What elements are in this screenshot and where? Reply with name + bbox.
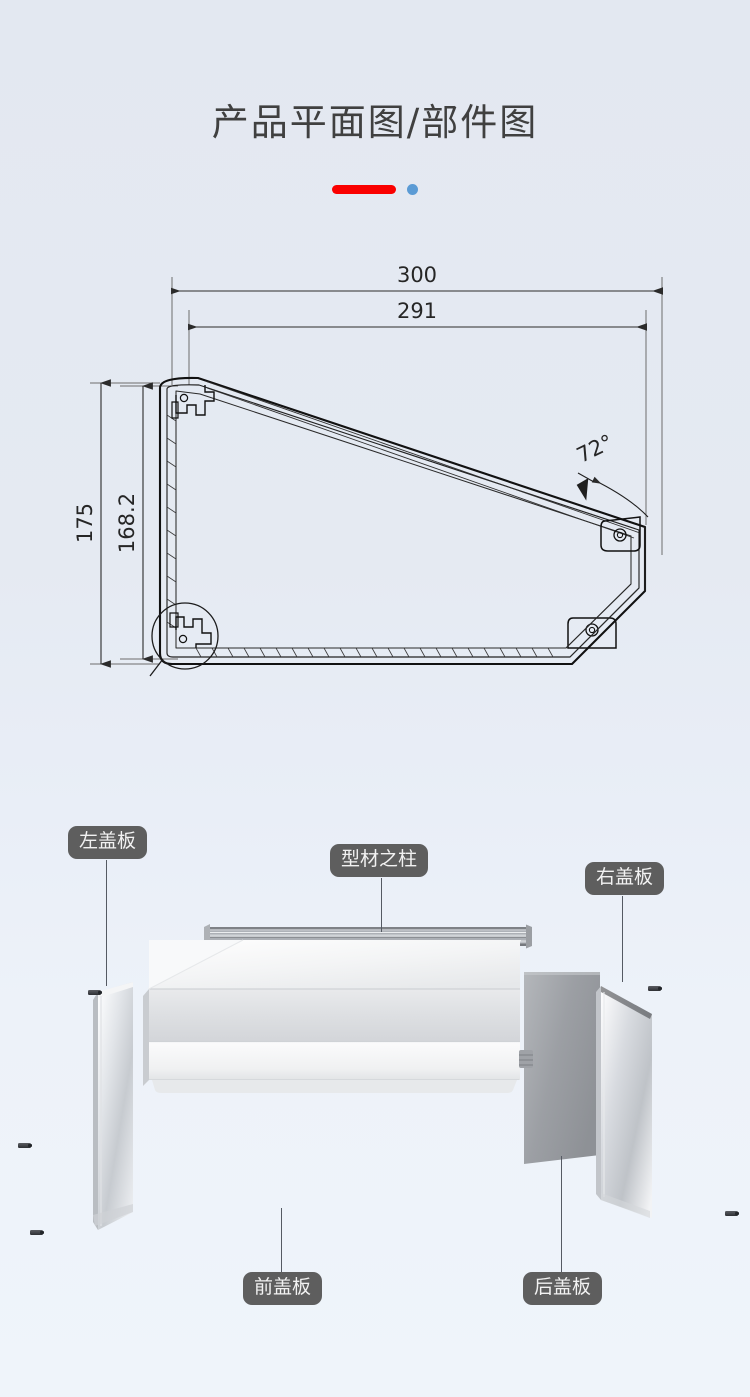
technical-drawing: 300 291 175 168.2 72° bbox=[0, 255, 750, 725]
part-rear-cover bbox=[524, 972, 600, 1164]
mounting-tab-upper-right bbox=[600, 516, 641, 552]
callout-rear-cover[interactable]: 后盖板 bbox=[523, 1272, 603, 1305]
profile-chamfer-lines bbox=[565, 527, 646, 658]
dimension-value-168-2: 168.2 bbox=[115, 493, 139, 553]
part-left-cover bbox=[93, 982, 133, 1230]
dimension-width-outer: 300 bbox=[171, 263, 664, 295]
leader-line-rear-cover bbox=[561, 1156, 563, 1272]
page-header: 产品平面图/部件图 bbox=[0, 92, 750, 195]
dimension-height-outer: 175 bbox=[73, 379, 111, 668]
callout-front-cover[interactable]: 前盖板 bbox=[243, 1272, 323, 1305]
angle-value-72: 72° bbox=[573, 430, 617, 468]
exploded-view: 左盖板 型材之柱 右盖板 前盖板 后盖板 bbox=[0, 760, 750, 1397]
profile-slope-ribs bbox=[204, 380, 641, 539]
leader-line-right-cover bbox=[622, 896, 624, 982]
callout-profile-column[interactable]: 型材之柱 bbox=[330, 844, 429, 877]
divider-dot-icon bbox=[407, 184, 418, 195]
callout-left-cover[interactable]: 左盖板 bbox=[68, 826, 148, 859]
page-background: 产品平面图/部件图 300 291 175 168.2 72° 左盖板 型材之柱… bbox=[0, 0, 750, 1397]
connector-stub bbox=[519, 1050, 533, 1068]
profile-bottom-ribs bbox=[195, 647, 554, 658]
leader-line-left-cover bbox=[106, 860, 108, 986]
dimension-value-291: 291 bbox=[397, 299, 437, 323]
profile-wall-line-1 bbox=[166, 384, 640, 658]
part-right-cover bbox=[596, 986, 652, 1218]
dimension-value-175: 175 bbox=[73, 503, 97, 543]
leader-line-front-cover bbox=[281, 1208, 283, 1272]
profile-wall-line-2 bbox=[175, 390, 632, 649]
dimension-value-300: 300 bbox=[397, 263, 437, 287]
enclosure-body bbox=[143, 939, 520, 1093]
leader-line-profile-column bbox=[381, 878, 383, 932]
divider-pill-icon bbox=[332, 185, 396, 194]
profile-outer-contour bbox=[158, 376, 647, 666]
corner-boss-top-left bbox=[171, 385, 215, 419]
dimension-width-inner: 291 bbox=[188, 299, 648, 331]
title-divider bbox=[0, 184, 750, 195]
profile-left-ribs bbox=[166, 414, 177, 629]
callout-right-cover[interactable]: 右盖板 bbox=[585, 862, 665, 895]
angle-annotation-72: 72° bbox=[573, 430, 649, 518]
dimension-height-inner: 168.2 bbox=[115, 382, 153, 663]
page-title: 产品平面图/部件图 bbox=[211, 101, 539, 144]
